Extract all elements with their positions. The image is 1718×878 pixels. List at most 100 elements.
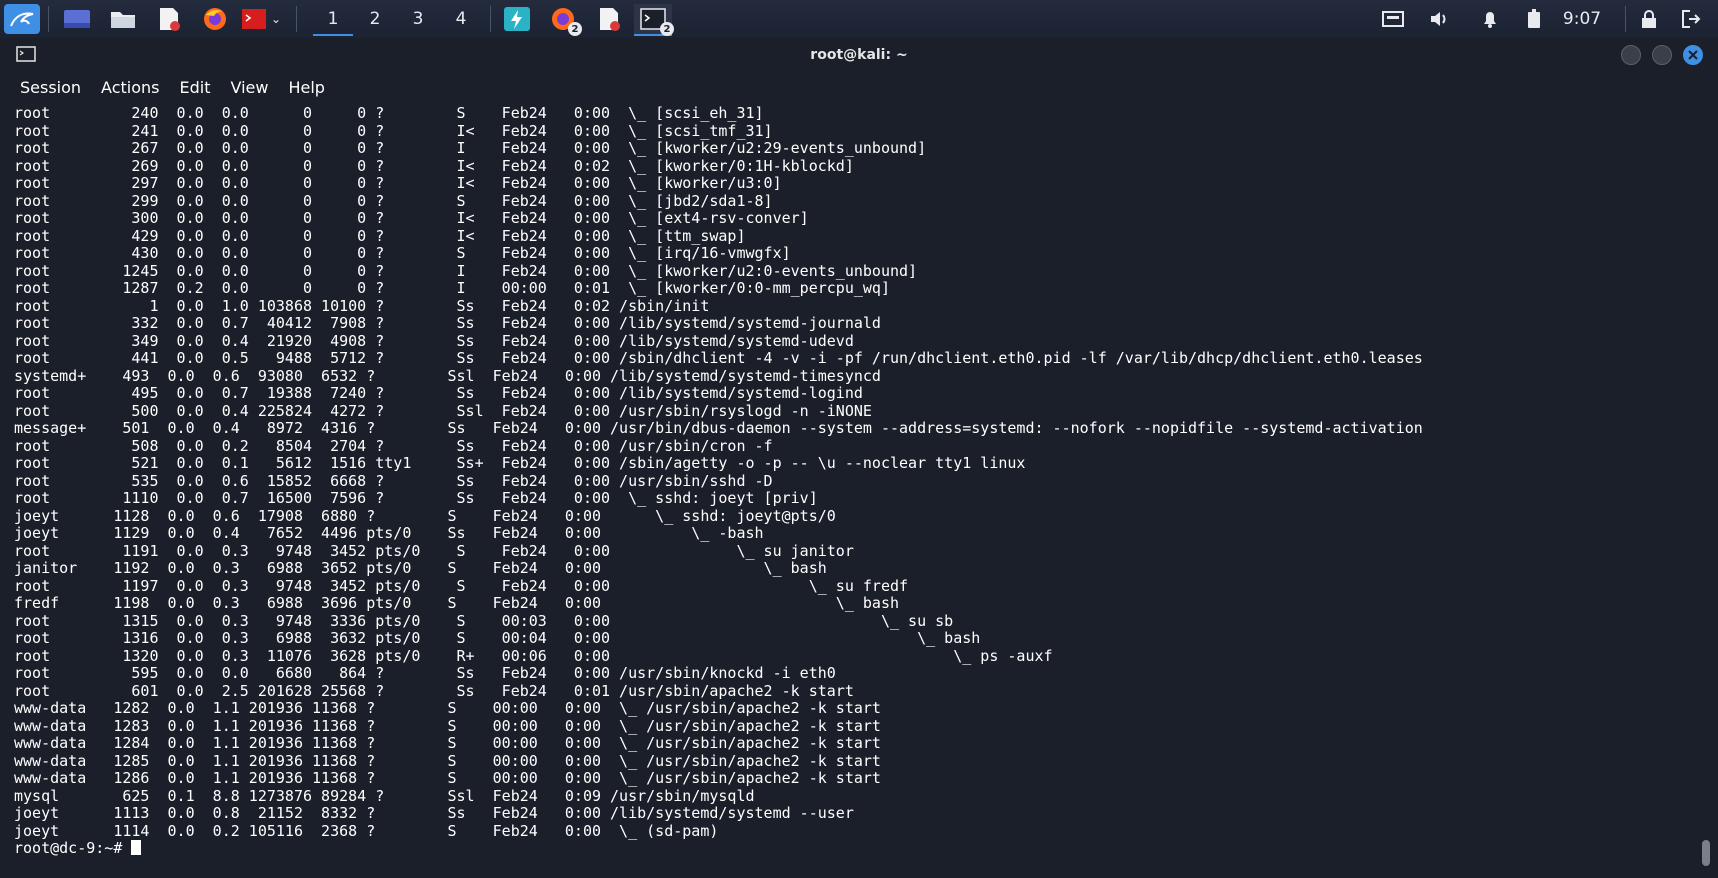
terminal-line: root 269 0.0 0.0 0 0 ? I< Feb24 0:02 \_ … <box>14 156 854 175</box>
kali-dragon-icon <box>10 12 34 27</box>
terminal-window: root@kali: ~ Session Actions Edit View H… <box>0 38 1718 878</box>
window-count-badge: 2 <box>568 22 582 36</box>
terminal-line: root 429 0.0 0.0 0 0 ? I< Feb24 0:00 \_ … <box>14 226 746 245</box>
file-manager-button[interactable] <box>106 4 140 34</box>
lock-icon <box>1642 10 1656 28</box>
window-count-badge: 2 <box>660 22 674 36</box>
terminal-line: root 1 0.0 1.0 103868 10100 ? Ss Feb24 0… <box>14 296 710 315</box>
maximize-button[interactable] <box>1652 45 1672 65</box>
terminal-line: root 1110 0.0 0.7 16500 7596 ? Ss Feb24 … <box>14 489 818 507</box>
terminal-line: message+ 501 0.0 0.4 8972 4316 ? Ss Feb2… <box>14 419 1423 437</box>
network-icon <box>1382 11 1404 27</box>
power-button[interactable] <box>1675 4 1707 34</box>
taskbar-separator <box>296 6 297 32</box>
terminal-line: root 1287 0.2 0.0 0 0 ? I 00:00 0:01 \_ … <box>14 279 890 297</box>
workspace-1[interactable]: 1 <box>313 4 353 36</box>
terminal-output[interactable]: root 240 0.0 0.0 0 0 ? S Feb24 0:00 \_ [… <box>0 104 1700 878</box>
scrollbar-thumb[interactable] <box>1702 840 1710 866</box>
terminal-line: root 241 0.0 0.0 0 0 ? I< Feb24 0:00 \_ … <box>14 121 773 140</box>
terminal-line: root 332 0.0 0.7 40412 7908 ? Ss Feb24 0… <box>14 314 881 332</box>
terminal-icon <box>241 9 266 29</box>
workspace-3[interactable]: 3 <box>398 4 438 34</box>
minimize-button[interactable] <box>1621 45 1641 65</box>
terminal-line: root 299 0.0 0.0 0 0 ? S Feb24 0:00 \_ [… <box>14 191 773 210</box>
menu-session[interactable]: Session <box>20 78 81 97</box>
terminal-line: root 240 0.0 0.0 0 0 ? S Feb24 0:00 \_ [… <box>14 104 764 122</box>
terminal-line: root 1316 0.0 0.3 6988 3632 pts/0 S 00:0… <box>14 629 981 647</box>
terminal-line: www-data 1282 0.0 1.1 201936 11368 ? S 0… <box>14 699 881 717</box>
terminal-line: root 601 0.0 2.5 201628 25568 ? Ss Feb24… <box>14 681 854 700</box>
terminal-line: root 1191 0.0 0.3 9748 3452 pts/0 S Feb2… <box>14 541 854 560</box>
workspace-4[interactable]: 4 <box>441 4 481 34</box>
desktop-icon <box>64 10 90 28</box>
terminal-line: systemd+ 493 0.0 0.6 93080 6532 ? Ssl Fe… <box>14 366 881 385</box>
menu-help[interactable]: Help <box>288 78 324 97</box>
text-cursor <box>131 840 142 855</box>
terminal-line: joeyt 1129 0.0 0.4 7652 4496 pts/0 Ss Fe… <box>14 524 764 542</box>
firefox-button[interactable] <box>198 4 232 34</box>
battery-indicator[interactable] <box>1522 4 1546 34</box>
terminal-line: root 495 0.0 0.7 19388 7240 ? Ss Feb24 0… <box>14 384 863 402</box>
workspace-2[interactable]: 2 <box>355 4 395 34</box>
menu-edit[interactable]: Edit <box>180 78 211 97</box>
task-firefox-button[interactable]: 2 <box>546 4 582 36</box>
terminal-line: root 500 0.0 0.4 225824 4272 ? Ssl Feb24… <box>14 401 872 420</box>
terminal-line: root 441 0.0 0.5 9488 5712 ? Ss Feb24 0:… <box>14 349 1423 367</box>
terminal-line: root 1245 0.0 0.0 0 0 ? I Feb24 0:00 \_ … <box>14 261 918 280</box>
window-titlebar[interactable]: root@kali: ~ <box>0 38 1718 72</box>
menubar: Session Actions Edit View Help <box>0 72 1718 102</box>
clock[interactable]: 9:07 <box>1558 4 1606 34</box>
taskbar: ⌄ 1 2 3 4 2 2 9:07 <box>0 0 1718 38</box>
terminal-line: root 1315 0.0 0.3 9748 3336 pts/0 S 00:0… <box>14 611 954 630</box>
text-editor-icon <box>160 8 180 31</box>
shell-prompt: root@dc-9:~# <box>14 839 132 857</box>
terminal-line: root 430 0.0 0.0 0 0 ? S Feb24 0:00 \_ [… <box>14 244 791 262</box>
terminal-line: root 535 0.0 0.6 15852 6668 ? Ss Feb24 0… <box>14 471 773 490</box>
kali-menu-button[interactable] <box>4 4 40 34</box>
terminal-line: root 521 0.0 0.1 5612 1516 tty1 Ss+ Feb2… <box>14 454 1026 472</box>
terminal-line: joeyt 1113 0.0 0.8 21152 8332 ? Ss Feb24… <box>14 804 854 822</box>
terminal-line: janitor 1192 0.0 0.3 6988 3652 pts/0 S F… <box>14 559 827 577</box>
logout-icon <box>1682 10 1701 28</box>
task-app-button[interactable] <box>500 4 534 34</box>
terminal-line: root 267 0.0 0.0 0 0 ? I Feb24 0:00 \_ [… <box>14 139 927 157</box>
firefox-icon <box>204 8 226 30</box>
volume-button[interactable] <box>1425 4 1455 34</box>
close-icon <box>1688 50 1698 60</box>
terminal-line: www-data 1286 0.0 1.1 201936 11368 ? S 0… <box>14 769 881 787</box>
text-editor-button[interactable] <box>152 4 186 34</box>
prompt-line[interactable]: root@dc-9:~# <box>14 839 142 857</box>
chevron-down-icon[interactable]: ⌄ <box>271 12 281 26</box>
terminal-line: joeyt 1128 0.0 0.6 17908 6880 ? S Feb24 … <box>14 506 836 525</box>
menu-view[interactable]: View <box>230 78 268 97</box>
terminal-line: root 1197 0.0 0.3 9748 3452 pts/0 S Feb2… <box>14 576 909 595</box>
task-terminal-button[interactable]: 2 <box>634 4 674 36</box>
network-button[interactable] <box>1378 4 1408 34</box>
folder-icon <box>111 12 135 28</box>
terminal-line: www-data 1285 0.0 1.1 201936 11368 ? S 0… <box>14 751 881 770</box>
bell-icon <box>1484 12 1496 28</box>
terminal-line: root 508 0.0 0.2 8504 2704 ? Ss Feb24 0:… <box>14 436 773 455</box>
taskbar-separator <box>1625 6 1626 32</box>
terminal-line: root 349 0.0 0.4 21920 4908 ? Ss Feb24 0… <box>14 331 854 350</box>
scrollbar[interactable] <box>1702 104 1712 874</box>
terminal-line: www-data 1284 0.0 1.1 201936 11368 ? S 0… <box>14 734 881 752</box>
text-editor-icon <box>600 8 620 31</box>
notifications-button[interactable] <box>1475 4 1505 34</box>
lock-screen-button[interactable] <box>1635 4 1663 34</box>
lightning-app-icon <box>504 7 530 31</box>
taskbar-separator <box>490 6 491 32</box>
terminal-line: root 297 0.0 0.0 0 0 ? I< Feb24 0:00 \_ … <box>14 174 782 192</box>
taskbar-separator <box>48 6 49 32</box>
terminal-line: mysql 625 0.1 8.8 1273876 89284 ? Ssl Fe… <box>14 786 755 805</box>
battery-icon <box>1528 9 1540 28</box>
menu-actions[interactable]: Actions <box>101 78 159 97</box>
close-button[interactable] <box>1683 45 1703 65</box>
show-desktop-button[interactable] <box>60 4 94 34</box>
terminal-line: joeyt 1114 0.0 0.2 105116 2368 ? S Feb24… <box>14 821 719 840</box>
terminal-line: root 595 0.0 0.0 6680 864 ? Ss Feb24 0:0… <box>14 664 836 682</box>
terminal-launcher-button[interactable]: ⌄ <box>240 4 282 34</box>
terminal-line: www-data 1283 0.0 1.1 201936 11368 ? S 0… <box>14 716 881 735</box>
task-text-editor-button[interactable] <box>592 4 626 34</box>
volume-icon <box>1431 12 1446 26</box>
